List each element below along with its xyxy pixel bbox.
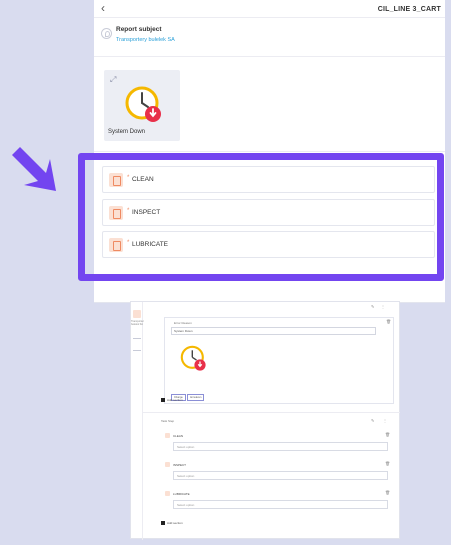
mini-divider bbox=[143, 412, 400, 413]
add-section-link[interactable]: Add section bbox=[167, 521, 183, 525]
page-title: CIL_LINE 3_CART bbox=[377, 6, 441, 13]
edit-icon[interactable]: ✎ bbox=[371, 419, 374, 423]
task-icon bbox=[109, 206, 123, 220]
more-icon[interactable]: ⋮ bbox=[383, 419, 387, 423]
top-bar: ‹ CIL_LINE 3_CART bbox=[94, 0, 445, 18]
task-icon bbox=[165, 433, 170, 438]
trash-icon[interactable]: 🗑 bbox=[385, 433, 390, 437]
trash-icon[interactable]: 🗑 bbox=[385, 491, 390, 495]
report-subject-value[interactable]: Transportery bułelek SA bbox=[116, 37, 175, 43]
mini-task-label: CLEAN bbox=[173, 434, 184, 438]
mini-sidebar-text: Transporter bułelek SA bbox=[131, 320, 144, 326]
expand-icon[interactable]: ⤢ bbox=[110, 76, 116, 84]
mini-task-icon bbox=[133, 310, 141, 318]
report-subject-label: Report subject bbox=[116, 26, 162, 33]
mini-task-select[interactable]: Select option bbox=[173, 442, 388, 451]
mini-divider bbox=[133, 350, 141, 351]
problem-section: Error Reason 🗑 System Down Change Annule… bbox=[164, 317, 394, 404]
task-row-inspect[interactable]: * INSPECT bbox=[102, 199, 435, 226]
task-icon bbox=[109, 173, 123, 187]
mini-task-label: INSPECT bbox=[173, 463, 187, 467]
task-label: CLEAN bbox=[132, 176, 154, 183]
edit-icon[interactable]: ✎ bbox=[371, 305, 374, 309]
add-icon[interactable] bbox=[161, 398, 165, 402]
pointer-arrow-icon bbox=[12, 147, 56, 191]
task-icon bbox=[109, 238, 123, 252]
remove-button[interactable]: Annuleren bbox=[187, 394, 205, 401]
divider bbox=[94, 151, 445, 152]
add-section-link[interactable]: Add section bbox=[167, 398, 183, 402]
problem-card-label: System Down bbox=[108, 129, 146, 135]
task-row-lubricate[interactable]: * LUBRICATE bbox=[102, 231, 435, 258]
task-label: LUBRICATE bbox=[132, 241, 168, 248]
form-preview-panel: Transporter bułelek SA ✎ ⋮ Error Reason … bbox=[130, 301, 400, 540]
problem-section-title: Error Reason bbox=[174, 321, 192, 325]
task-icon bbox=[165, 462, 170, 467]
mini-divider bbox=[133, 338, 141, 339]
required-star: * bbox=[127, 175, 130, 181]
task-row-clean[interactable]: * CLEAN bbox=[102, 166, 435, 193]
chevron-left-icon[interactable]: ‹ bbox=[101, 2, 105, 14]
task-icon bbox=[165, 491, 170, 496]
clock-alert-icon bbox=[125, 86, 161, 122]
mini-sidebar: Transporter bułelek SA bbox=[131, 302, 144, 540]
problem-input[interactable]: System Down bbox=[171, 327, 376, 335]
required-star: * bbox=[127, 208, 130, 214]
required-star: * bbox=[127, 240, 130, 246]
mini-task-select[interactable]: Select option bbox=[173, 471, 388, 480]
more-icon[interactable]: ⋮ bbox=[381, 305, 385, 309]
task-section-title: Task Step bbox=[161, 419, 175, 423]
clock-alert-icon bbox=[180, 345, 206, 371]
task-label: INSPECT bbox=[132, 209, 161, 216]
mini-task-label: LUBRICATE bbox=[173, 492, 190, 496]
mini-task-select[interactable]: Select option bbox=[173, 500, 388, 509]
trash-icon[interactable]: 🗑 bbox=[386, 320, 391, 324]
trash-icon[interactable]: 🗑 bbox=[385, 462, 390, 466]
problem-card[interactable]: ⤢ System Down bbox=[104, 70, 180, 141]
report-subject[interactable]: Report subject Transportery bułelek SA bbox=[94, 19, 445, 57]
location-pin-icon bbox=[101, 28, 112, 39]
report-panel: ‹ CIL_LINE 3_CART Report subject Transpo… bbox=[94, 0, 445, 303]
add-icon[interactable] bbox=[161, 521, 165, 525]
